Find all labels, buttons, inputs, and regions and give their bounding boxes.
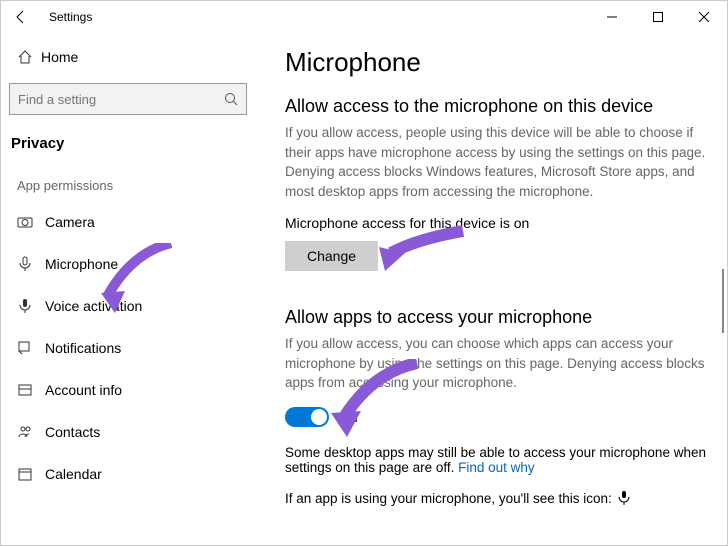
contacts-icon [17,424,45,440]
sidebar-item-label: Contacts [45,424,100,440]
sidebar-item-voice-activation[interactable]: Voice activation [1,285,261,327]
notifications-icon [17,340,45,356]
allow-apps-desc: If you allow access, you can choose whic… [285,334,707,393]
back-button[interactable] [9,9,33,25]
account-icon [17,382,45,398]
search-box[interactable] [9,83,247,115]
privacy-heading: Privacy [1,125,261,158]
maximize-button[interactable] [635,1,681,33]
minimize-icon [607,12,617,22]
calendar-icon [17,466,45,482]
sidebar-item-label: Camera [45,214,95,230]
window-title: Settings [49,10,92,24]
minimize-button[interactable] [589,1,635,33]
home-nav[interactable]: Home [1,37,261,77]
arrow-left-icon [13,9,29,25]
app-permissions-heading: App permissions [1,158,261,195]
sidebar-item-account-info[interactable]: Account info [1,369,261,411]
apps-access-toggle[interactable] [285,407,329,427]
allow-device-desc: If you allow access, people using this d… [285,123,707,201]
sidebar-item-label: Voice activation [45,298,142,314]
voice-icon [17,298,45,314]
sidebar-item-notifications[interactable]: Notifications [1,327,261,369]
sidebar-item-camera[interactable]: Camera [1,201,261,243]
microphone-indicator-icon [618,491,630,505]
main-content: Microphone Allow access to the microphon… [261,33,727,547]
camera-icon [17,214,45,230]
search-icon [224,92,238,106]
allow-device-heading: Allow access to the microphone on this d… [285,96,707,117]
find-out-why-link[interactable]: Find out why [458,460,535,475]
in-use-note: If an app is using your microphone, you'… [285,491,707,506]
home-icon [17,49,41,65]
sidebar-item-microphone[interactable]: Microphone [1,243,261,285]
titlebar: Settings [1,1,727,33]
toggle-state-label: On [339,409,358,425]
sidebar-item-label: Calendar [45,466,102,482]
desktop-apps-note: Some desktop apps may still be able to a… [285,445,707,475]
close-button[interactable] [681,1,727,33]
sidebar-item-contacts[interactable]: Contacts [1,411,261,453]
microphone-icon [17,256,45,272]
toggle-knob [311,409,327,425]
maximize-icon [653,12,663,22]
home-label: Home [41,49,78,65]
close-icon [699,12,709,22]
sidebar: Home Privacy App permissions Camera Micr… [1,33,261,547]
sidebar-item-calendar[interactable]: Calendar [1,453,261,495]
search-input[interactable] [18,92,224,107]
allow-apps-heading: Allow apps to access your microphone [285,307,707,328]
change-button[interactable]: Change [285,241,378,271]
scrollbar-thumb[interactable] [722,269,724,333]
sidebar-item-label: Account info [45,382,122,398]
page-title: Microphone [285,47,707,78]
sidebar-item-label: Notifications [45,340,121,356]
device-status: Microphone access for this device is on [285,215,707,231]
sidebar-item-label: Microphone [45,256,118,272]
